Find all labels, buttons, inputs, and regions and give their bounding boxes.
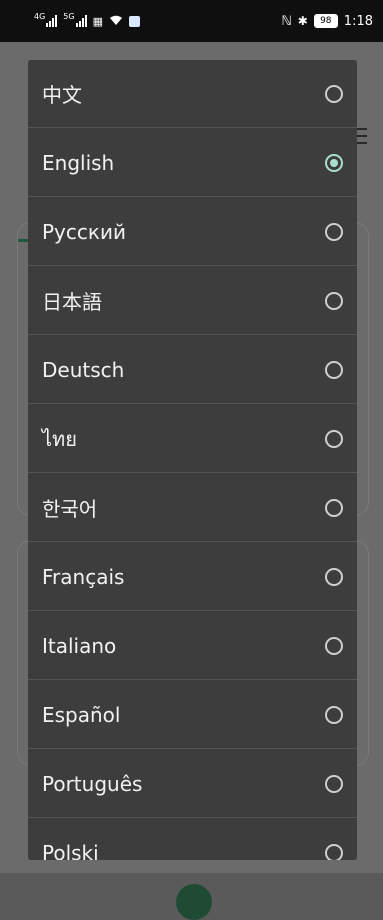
language-option-japanese[interactable]: 日本語 [28, 267, 357, 335]
language-option-portuguese[interactable]: Português [28, 750, 357, 818]
radio-icon[interactable] [325, 705, 343, 724]
language-label: 日本語 [42, 290, 102, 314]
hotspot-icon: ▦ [92, 14, 103, 28]
language-label: Español [42, 702, 121, 727]
network-label-1: 4G [34, 12, 46, 21]
radio-icon[interactable] [325, 291, 343, 310]
language-option-russian[interactable]: Русский [28, 198, 357, 266]
notification-app-icon [129, 15, 140, 27]
wifi-icon [109, 14, 123, 29]
language-label: 한국어 [42, 497, 98, 521]
radio-icon[interactable] [325, 429, 343, 448]
signal-icon-1: 4G [34, 12, 58, 27]
radio-icon[interactable] [325, 636, 343, 655]
radio-icon[interactable] [325, 84, 343, 103]
language-option-german[interactable]: Deutsch [28, 336, 357, 404]
radio-icon[interactable] [325, 360, 343, 379]
radio-icon[interactable] [325, 567, 343, 586]
language-option-spanish[interactable]: Español [28, 681, 357, 749]
language-option-korean[interactable]: 한국어 [28, 474, 357, 542]
status-right: ℕ ✱ 98 1:18 [281, 14, 373, 29]
language-option-chinese[interactable]: 中文 [28, 60, 357, 128]
bluetooth-icon: ✱ [297, 14, 308, 28]
radio-icon[interactable] [325, 498, 343, 517]
status-left: 4G 5G ▦ [34, 12, 140, 29]
floating-action-button [176, 884, 212, 920]
language-option-english[interactable]: English [28, 129, 357, 197]
language-label: Русский [42, 219, 126, 244]
language-label: Italiano [42, 633, 117, 658]
menu-icon [357, 128, 367, 144]
language-dialog: 中文 English Русский 日本語 Deutsch ไทย 한국어 F… [28, 60, 357, 860]
radio-selected-icon[interactable] [325, 153, 343, 172]
language-label: English [42, 150, 115, 175]
language-label: Deutsch [42, 357, 125, 382]
nfc-icon: ℕ [281, 13, 292, 29]
battery-icon: 98 [313, 14, 338, 28]
battery-level: 98 [314, 15, 337, 27]
language-label: Polski [42, 840, 99, 861]
language-option-italian[interactable]: Italiano [28, 612, 357, 680]
radio-icon[interactable] [325, 843, 343, 860]
radio-icon[interactable] [325, 222, 343, 241]
network-label-2: 5G [63, 12, 75, 21]
language-label: 中文 [42, 83, 82, 107]
signal-icon-2: 5G [63, 12, 87, 27]
status-bar: 4G 5G ▦ ℕ ✱ 98 1:18 [0, 0, 383, 42]
clock: 1:18 [343, 13, 373, 29]
language-label: Français [42, 564, 125, 589]
radio-icon[interactable] [325, 774, 343, 793]
language-option-polish[interactable]: Polski [28, 819, 357, 860]
language-label: ไทย [42, 426, 77, 451]
language-option-french[interactable]: Français [28, 543, 357, 611]
language-option-thai[interactable]: ไทย [28, 405, 357, 473]
language-label: Português [42, 771, 143, 796]
